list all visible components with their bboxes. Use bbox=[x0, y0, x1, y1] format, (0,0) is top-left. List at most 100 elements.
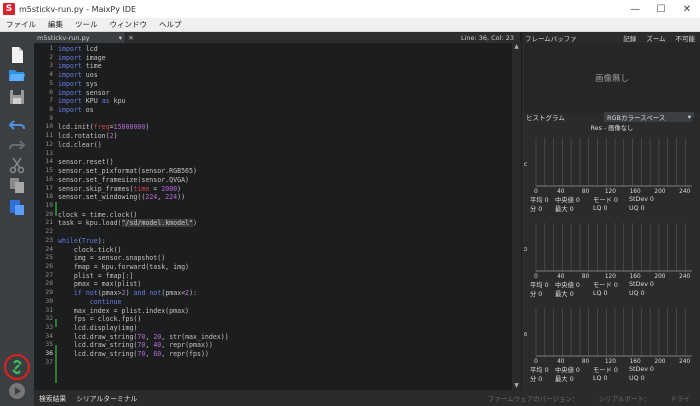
tab-search-results[interactable]: 検索結果 bbox=[34, 393, 71, 403]
color-space-select[interactable]: RGBカラースペース ▾ bbox=[604, 111, 694, 122]
line-number: 9 bbox=[49, 114, 53, 122]
stat-cell: 中央値 0 bbox=[555, 367, 580, 374]
x-tick-label: 120 bbox=[605, 189, 616, 194]
line-number: 2 bbox=[49, 53, 53, 61]
editor-scrollbar[interactable]: ▲ ▼ bbox=[512, 43, 521, 390]
line-number: 1 bbox=[49, 45, 53, 52]
tab-serial-terminal[interactable]: シリアルターミナル bbox=[71, 393, 142, 403]
menu-window[interactable]: ウィンドウ bbox=[104, 19, 154, 30]
stat-cell: 最大 0 bbox=[555, 291, 574, 298]
line-number: 12 bbox=[45, 140, 53, 148]
record-button[interactable]: 記録 bbox=[618, 33, 641, 43]
line-number: 31 bbox=[45, 306, 53, 314]
chevron-down-icon: ▾ bbox=[118, 33, 122, 42]
line-number: 16 bbox=[45, 175, 53, 183]
line-number: 11 bbox=[45, 132, 53, 140]
x-tick-label: 240 bbox=[679, 274, 690, 279]
firmware-version-label: ファームウェアのバージョン： bbox=[487, 395, 579, 403]
histogram-stats: 平均 0 中央値 0 モード 0 StDev 0 分 0 最大 0 LQ 0 UQ 0 bbox=[530, 280, 698, 298]
stat-cell: 中央値 0 bbox=[555, 282, 580, 289]
x-tick-label: 240 bbox=[679, 189, 690, 194]
line-number: 30 bbox=[45, 297, 53, 305]
line-number: 36 bbox=[45, 350, 53, 358]
stat-cell: UQ 0 bbox=[629, 375, 645, 382]
copy-icon[interactable] bbox=[8, 176, 26, 194]
stats-row: 平均 0 中央値 0 モード 0 StDev 0 bbox=[530, 365, 698, 374]
line-number: 21 bbox=[45, 219, 53, 227]
histogram-stats: 平均 0 中央値 0 モード 0 StDev 0 分 0 最大 0 LQ 0 UQ 0 bbox=[530, 365, 698, 383]
x-tick-label: 200 bbox=[654, 274, 665, 279]
x-tick-label: 120 bbox=[605, 359, 616, 364]
x-tick-label: 160 bbox=[630, 274, 641, 279]
x-tick-label: 160 bbox=[630, 189, 641, 194]
title-bar: S m5stickv-run.py - MaixPy IDE — ☐ ✕ bbox=[0, 0, 700, 18]
stat-cell: StDev 0 bbox=[629, 281, 654, 288]
x-tick-label: 160 bbox=[630, 359, 641, 364]
stat-cell: LQ 0 bbox=[593, 290, 608, 297]
stat-cell: 中央値 0 bbox=[555, 197, 580, 204]
x-tick-label: 120 bbox=[605, 274, 616, 279]
x-tick-label: 40 bbox=[557, 274, 565, 279]
menu-tools[interactable]: ツール bbox=[69, 19, 104, 30]
stat-cell: StDev 0 bbox=[629, 366, 654, 373]
left-toolbar bbox=[0, 32, 34, 406]
stat-cell: 最大 0 bbox=[555, 376, 574, 383]
connect-link-icon[interactable] bbox=[4, 354, 30, 380]
line-number: 6 bbox=[49, 88, 53, 96]
histogram-g: G 0 40 80 120 160 200 240 bbox=[524, 219, 700, 279]
stats-row: 分 0 最大 0 LQ 0 UQ 0 bbox=[530, 289, 698, 298]
new-file-icon[interactable] bbox=[8, 46, 26, 64]
stat-cell: 平均 0 bbox=[530, 282, 549, 289]
scroll-up-icon[interactable]: ▲ bbox=[512, 43, 521, 51]
menu-help[interactable]: ヘルプ bbox=[153, 19, 188, 30]
line-number-gutter: 1 2 3 4 5 6 7 8 9 10 11 12 13 14 15 16 17 18 19 20 21 22 23 24 2… bbox=[34, 43, 54, 390]
right-panel-scrollbar[interactable] bbox=[692, 118, 700, 390]
histogram-title: ヒストグラム bbox=[526, 113, 565, 122]
stat-cell: UQ 0 bbox=[629, 290, 645, 297]
close-tab-icon[interactable]: ✕ bbox=[126, 34, 136, 42]
frame-buffer-header: フレームバッファ 記録 ズーム 不可能 bbox=[522, 32, 700, 43]
frame-buffer-view: 画像無し bbox=[524, 43, 700, 113]
undo-icon[interactable] bbox=[8, 116, 26, 134]
code-editor[interactable]: 1 2 3 4 5 6 7 8 9 10 11 12 13 14 15 16 17 18 19 20 21 22 23 24 2… bbox=[34, 43, 512, 390]
save-icon[interactable] bbox=[8, 88, 26, 106]
frame-buffer-title: フレームバッファ bbox=[525, 34, 577, 43]
line-number: 7 bbox=[49, 97, 53, 105]
stats-row: 分 0 最大 0 LQ 0 UQ 0 bbox=[530, 204, 698, 213]
file-selector[interactable]: m5stickv-run.py ▾ bbox=[34, 32, 126, 43]
run-icon[interactable] bbox=[8, 382, 26, 400]
menu-file[interactable]: ファイル bbox=[0, 19, 42, 30]
redo-icon[interactable] bbox=[8, 136, 26, 154]
app-logo-icon: S bbox=[3, 3, 15, 15]
line-number: 3 bbox=[49, 62, 53, 70]
line-number: 14 bbox=[45, 158, 53, 166]
channel-label: G bbox=[524, 246, 529, 251]
histogram-b: B 0 40 80 120 160 200 240 bbox=[524, 304, 700, 364]
color-space-value: RGBカラースペース bbox=[607, 113, 666, 122]
line-number: 29 bbox=[45, 289, 53, 297]
code-text[interactable]: import lcd import image import time impo… bbox=[58, 45, 508, 359]
x-tick-label: 200 bbox=[654, 359, 665, 364]
disable-button[interactable]: 不可能 bbox=[671, 33, 700, 43]
close-button[interactable]: ✕ bbox=[674, 0, 700, 18]
editor-tab-bar: m5stickv-run.py ▾ ✕ Line: 36, Col: 23 bbox=[34, 32, 520, 43]
cut-icon[interactable] bbox=[8, 156, 26, 174]
line-number: 37 bbox=[45, 358, 53, 366]
stat-cell: UQ 0 bbox=[629, 205, 645, 212]
channel-label: R bbox=[524, 162, 529, 166]
line-number: 15 bbox=[45, 167, 53, 175]
stat-cell: モード 0 bbox=[593, 197, 618, 204]
file-name: m5stickv-run.py bbox=[37, 33, 90, 42]
menu-edit[interactable]: 編集 bbox=[42, 19, 69, 30]
maximize-button[interactable]: ☐ bbox=[648, 0, 674, 18]
stat-cell: 平均 0 bbox=[530, 197, 549, 204]
no-image-label: 画像無し bbox=[594, 74, 629, 84]
histogram-stats: 平均 0 中央値 0 モード 0 StDev 0 分 0 最大 0 LQ 0 UQ 0 bbox=[530, 195, 698, 213]
minimize-button[interactable]: — bbox=[622, 0, 648, 18]
stat-cell: LQ 0 bbox=[593, 375, 608, 382]
zoom-button[interactable]: ズーム bbox=[641, 33, 670, 43]
scroll-down-icon[interactable]: ▼ bbox=[512, 382, 521, 390]
stat-cell: モード 0 bbox=[593, 282, 618, 289]
paste-icon[interactable] bbox=[8, 198, 26, 216]
open-folder-icon[interactable] bbox=[8, 66, 26, 84]
